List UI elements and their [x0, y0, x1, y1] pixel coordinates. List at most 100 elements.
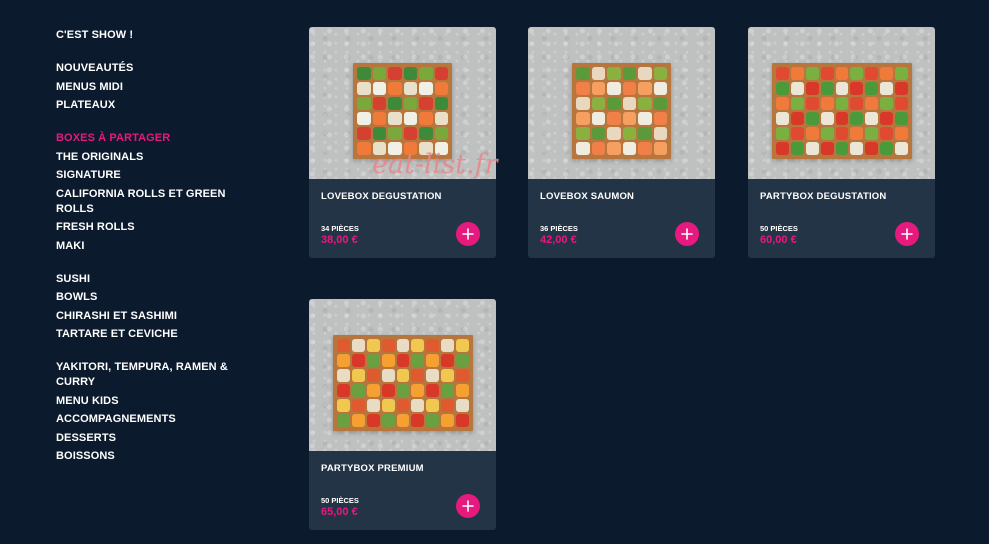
sushi-piece	[456, 399, 469, 412]
sushi-piece	[880, 142, 894, 155]
sushi-piece	[396, 339, 410, 352]
product-name: PARTYBOX DEGUSTATION	[760, 191, 887, 202]
nav-item-signature[interactable]: SIGNATURE	[56, 168, 236, 183]
sushi-piece	[776, 97, 789, 110]
nav-item-nouveautes[interactable]: NOUVEAUTÉS	[56, 61, 236, 76]
nav-item-sushi[interactable]: SUSHI	[56, 272, 236, 287]
product-pieces: 50 PIÈCES	[321, 496, 359, 505]
nav-item-accompagnements[interactable]: ACCOMPAGNEMENTS	[56, 412, 236, 427]
sushi-piece	[366, 339, 380, 352]
sushi-piece	[456, 414, 469, 427]
sushi-piece	[895, 67, 908, 80]
sushi-piece	[835, 97, 849, 110]
product-pieces: 50 PIÈCES	[760, 224, 798, 233]
sushi-piece	[865, 142, 879, 155]
sushi-piece	[790, 112, 804, 125]
sushi-piece	[456, 369, 469, 382]
sushi-piece	[381, 339, 395, 352]
sushi-piece	[622, 112, 636, 125]
sushi-piece	[805, 127, 819, 140]
nav-item-california-rolls[interactable]: CALIFORNIA ROLLS ET GREEN ROLLS	[56, 187, 236, 217]
sushi-piece	[426, 384, 440, 397]
nav-group: BOXES À PARTAGER THE ORIGINALS SIGNATURE…	[56, 131, 236, 254]
sushi-piece	[441, 414, 455, 427]
product-card[interactable]: LOVEBOX SAUMON 36 PIÈCES 42,00 €	[528, 27, 715, 258]
add-to-cart-button[interactable]	[456, 494, 480, 518]
product-price: 60,00 €	[760, 234, 797, 246]
sushi-piece	[388, 127, 402, 140]
sushi-piece	[351, 354, 365, 367]
plus-icon	[462, 500, 474, 512]
add-to-cart-button[interactable]	[675, 222, 699, 246]
sushi-piece	[381, 399, 395, 412]
sushi-piece	[653, 127, 667, 140]
sushi-piece	[366, 399, 380, 412]
sushi-piece	[426, 354, 440, 367]
sushi-piece	[820, 112, 834, 125]
nav-item-menu-kids[interactable]: MENU KIDS	[56, 394, 236, 409]
sushi-piece	[607, 67, 621, 80]
sushi-piece	[396, 354, 410, 367]
product-card[interactable]: PARTYBOX DEGUSTATION 50 PIÈCES 60,00 €	[748, 27, 935, 258]
product-price: 38,00 €	[321, 234, 358, 246]
sushi-piece	[351, 414, 365, 427]
sushi-piece	[372, 97, 386, 110]
sushi-piece	[591, 127, 605, 140]
nav-item-cest-show[interactable]: C'EST SHOW !	[56, 28, 236, 43]
sushi-piece	[434, 127, 448, 140]
sushi-piece	[895, 97, 908, 110]
sushi-piece	[835, 142, 849, 155]
sushi-piece	[880, 82, 894, 95]
sushi-piece	[576, 82, 590, 95]
nav-item-boxes-a-partager[interactable]: BOXES À PARTAGER	[56, 131, 236, 146]
sushi-piece	[895, 112, 908, 125]
sushi-piece	[419, 82, 433, 95]
product-image[interactable]	[528, 27, 715, 179]
sushi-piece	[396, 414, 410, 427]
sushi-piece	[357, 97, 371, 110]
nav-item-boissons[interactable]: BOISSONS	[56, 449, 236, 464]
sushi-piece	[351, 339, 365, 352]
sushi-piece	[337, 414, 350, 427]
nav-item-chirashi[interactable]: CHIRASHI ET SASHIMI	[56, 309, 236, 324]
nav-item-yakitori[interactable]: YAKITORI, TEMPURA, RAMEN & CURRY	[56, 360, 236, 390]
sushi-piece	[776, 112, 789, 125]
sushi-piece	[396, 399, 410, 412]
product-image[interactable]	[309, 299, 496, 451]
sushi-piece	[357, 112, 371, 125]
nav-item-fresh-rolls[interactable]: FRESH ROLLS	[56, 220, 236, 235]
sushi-piece	[835, 127, 849, 140]
nav-item-desserts[interactable]: DESSERTS	[56, 431, 236, 446]
sushi-piece	[865, 67, 879, 80]
nav-item-the-originals[interactable]: THE ORIGINALS	[56, 150, 236, 165]
add-to-cart-button[interactable]	[895, 222, 919, 246]
sushi-piece	[396, 369, 410, 382]
sushi-piece	[576, 142, 590, 155]
sushi-piece	[357, 67, 371, 80]
sushi-piece	[456, 354, 469, 367]
sushi-piece	[865, 82, 879, 95]
sushi-piece	[895, 82, 908, 95]
nav-item-bowls[interactable]: BOWLS	[56, 290, 236, 305]
plus-icon	[462, 228, 474, 240]
nav-item-maki[interactable]: MAKI	[56, 239, 236, 254]
sushi-piece	[441, 399, 455, 412]
nav-item-menus-midi[interactable]: MENUS MIDI	[56, 80, 236, 95]
nav-item-plateaux[interactable]: PLATEAUX	[56, 98, 236, 113]
add-to-cart-button[interactable]	[456, 222, 480, 246]
sushi-piece	[638, 142, 652, 155]
sushi-piece	[880, 67, 894, 80]
sushi-piece	[820, 97, 834, 110]
sushi-piece	[880, 127, 894, 140]
sushi-piece	[805, 97, 819, 110]
product-card[interactable]: PARTYBOX PREMIUM 50 PIÈCES 65,00 €	[309, 299, 496, 530]
sushi-piece	[835, 112, 849, 125]
product-image[interactable]	[748, 27, 935, 179]
product-card[interactable]: LOVEBOX DEGUSTATION 34 PIÈCES 38,00 €	[309, 27, 496, 258]
sushi-piece	[576, 112, 590, 125]
sushi-piece	[638, 97, 652, 110]
sushi-piece	[805, 142, 819, 155]
nav-group: YAKITORI, TEMPURA, RAMEN & CURRY MENU KI…	[56, 360, 236, 464]
sushi-piece	[653, 67, 667, 80]
nav-item-tartare[interactable]: TARTARE ET CEVICHE	[56, 327, 236, 342]
